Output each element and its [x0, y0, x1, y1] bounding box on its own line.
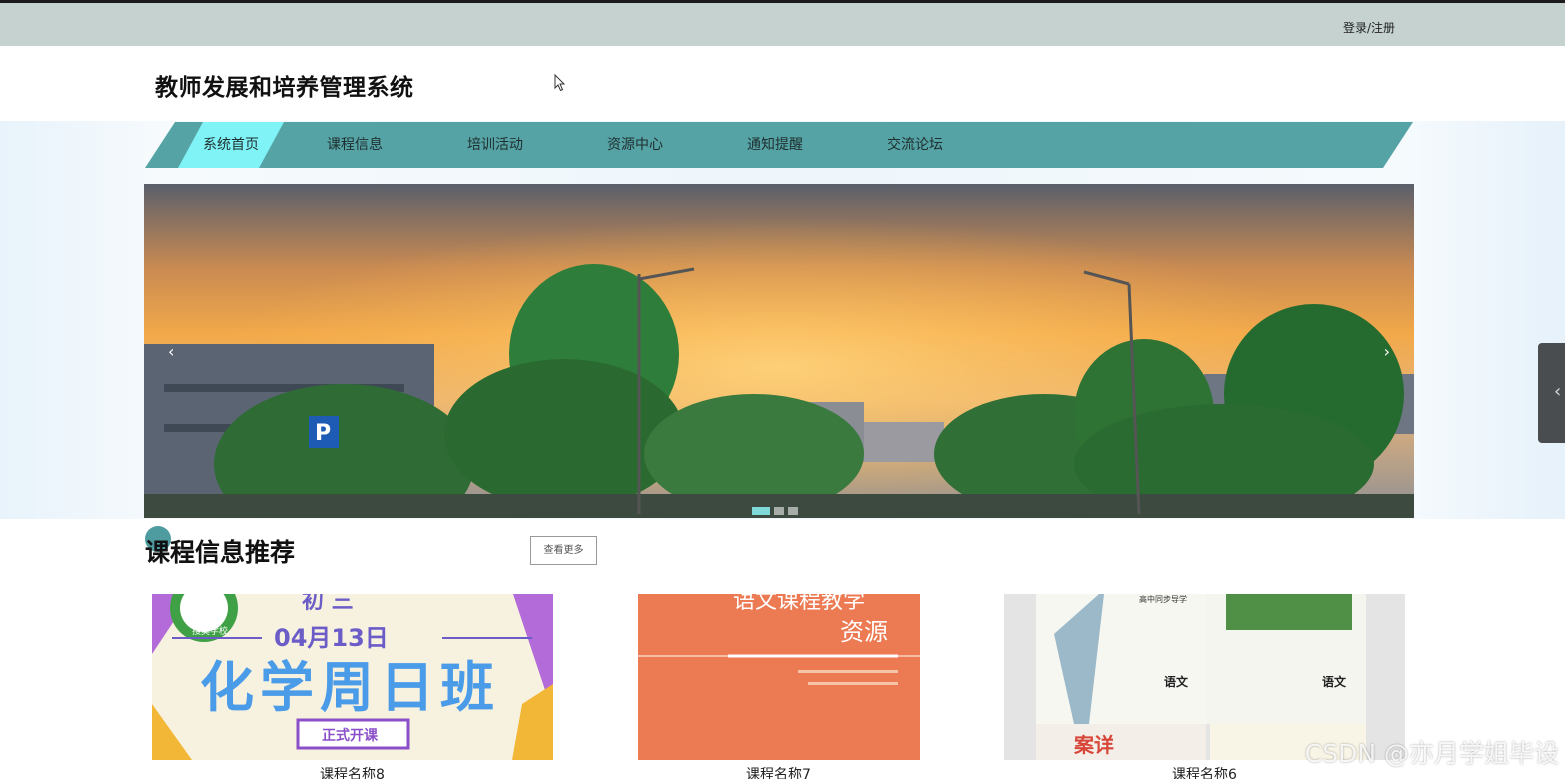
- course-name[interactable]: 课程名称7: [578, 764, 979, 779]
- svg-text:化学周日班: 化学周日班: [200, 656, 500, 719]
- svg-text:高中同步导学: 高中同步导学: [1139, 594, 1187, 604]
- svg-text:案详: 案详: [1073, 733, 1114, 757]
- course-thumbnail: 语文课程教学 资源: [578, 594, 979, 760]
- chevron-left-icon: ‹: [1554, 381, 1562, 402]
- nav-item-forum[interactable]: 交流论坛: [860, 122, 970, 168]
- course-thumbnail: 搜奕学校 初 三 04月13日 化学周日班 正式开课: [152, 594, 553, 760]
- svg-text:语文: 语文: [1322, 674, 1347, 689]
- svg-text:正式开课: 正式开课: [322, 727, 379, 744]
- svg-text:初 三: 初 三: [302, 594, 354, 614]
- nav-item-resources[interactable]: 资源中心: [580, 122, 690, 168]
- banner-prev-arrow-icon[interactable]: ‹: [168, 342, 174, 361]
- carousel-indicators: [752, 507, 798, 515]
- section-title: 课程信息推荐: [145, 538, 296, 567]
- nav-item-course-info[interactable]: 课程信息: [300, 122, 410, 168]
- main-nav: 系统首页 课程信息 培训活动 资源中心 通知提醒 交流论坛: [145, 122, 1413, 168]
- nav-item-home[interactable]: 系统首页: [176, 122, 286, 168]
- course-card[interactable]: 语文课程教学 资源 课程名称7: [578, 594, 979, 779]
- site-title: 教师发展和培养管理系统: [155, 75, 414, 101]
- top-bar: 登录/注册: [0, 0, 1565, 46]
- svg-text:P: P: [315, 421, 331, 446]
- course-name[interactable]: 课程名称8: [152, 764, 553, 779]
- banner-carousel[interactable]: P ‹ ›: [144, 184, 1414, 518]
- svg-text:语文: 语文: [1164, 674, 1189, 689]
- banner-image: P: [144, 184, 1414, 518]
- nav-item-notifications[interactable]: 通知提醒: [720, 122, 830, 168]
- mouse-cursor-icon: [554, 74, 566, 92]
- carousel-dot-1[interactable]: [752, 507, 770, 515]
- banner-next-arrow-icon[interactable]: ›: [1384, 342, 1390, 361]
- nav-item-training[interactable]: 培训活动: [440, 122, 550, 168]
- side-panel-toggle[interactable]: ‹: [1538, 343, 1565, 443]
- svg-text:资源: 资源: [840, 618, 888, 646]
- csdn-watermark: CSDN @亦月学姐毕设: [1304, 739, 1559, 768]
- carousel-dot-2[interactable]: [774, 507, 784, 515]
- login-register-link[interactable]: 登录/注册: [1343, 19, 1395, 36]
- svg-text:04月13日: 04月13日: [274, 624, 389, 652]
- site-header: 教师发展和培养管理系统: [0, 46, 1565, 121]
- svg-text:语文课程教学: 语文课程教学: [733, 594, 865, 614]
- course-card[interactable]: 搜奕学校 初 三 04月13日 化学周日班 正式开课 课程名称8: [152, 594, 553, 779]
- view-more-button[interactable]: 查看更多: [530, 536, 597, 565]
- svg-text:搜奕学校: 搜奕学校: [192, 625, 228, 637]
- carousel-dot-3[interactable]: [788, 507, 798, 515]
